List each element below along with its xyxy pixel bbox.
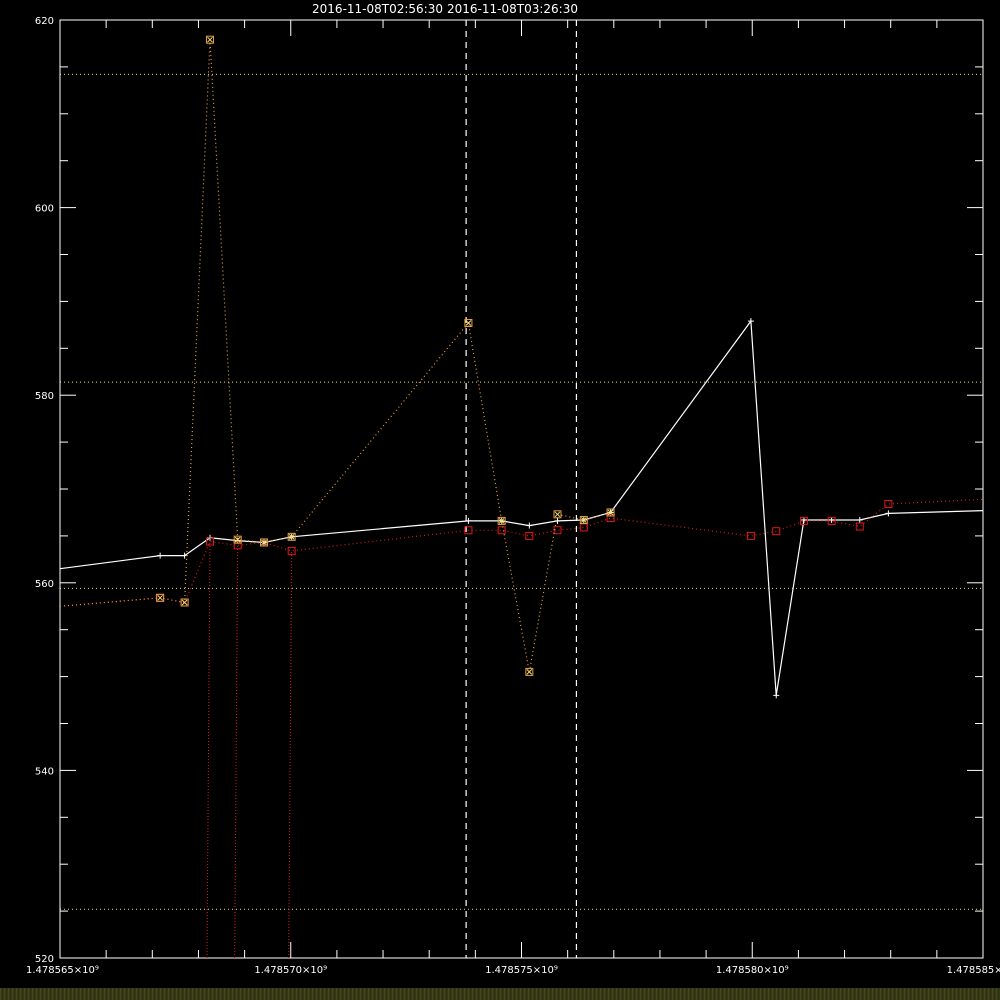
chart: 520 540 560 580 600 620 1.478565×10⁹ 1.478570×1… [0,0,1000,1000]
chart-title-right: 2016-11-08T03:26:30 [447,2,578,16]
y-tick-label: 620 [35,16,54,27]
x-tick-label: 1.478570×10⁹ [254,965,327,976]
chart-title-left: 2016-11-08T02:56:30 [312,2,443,16]
y-tick-label: 580 [35,391,54,402]
x-tick-label: 1.478565×10⁹ [26,965,99,976]
x-tick-label: 1.478575×10⁹ [485,965,558,976]
y-tick-label: 600 [35,204,54,215]
y-tick-label: 520 [35,954,54,965]
x-tick-label: 1.478585×10⁹ [947,965,1000,976]
noise-strip [0,988,1000,1000]
y-tick-label: 540 [35,766,54,777]
x-tick-label: 1.478580×10⁹ [716,965,789,976]
y-tick-label: 560 [35,579,54,590]
